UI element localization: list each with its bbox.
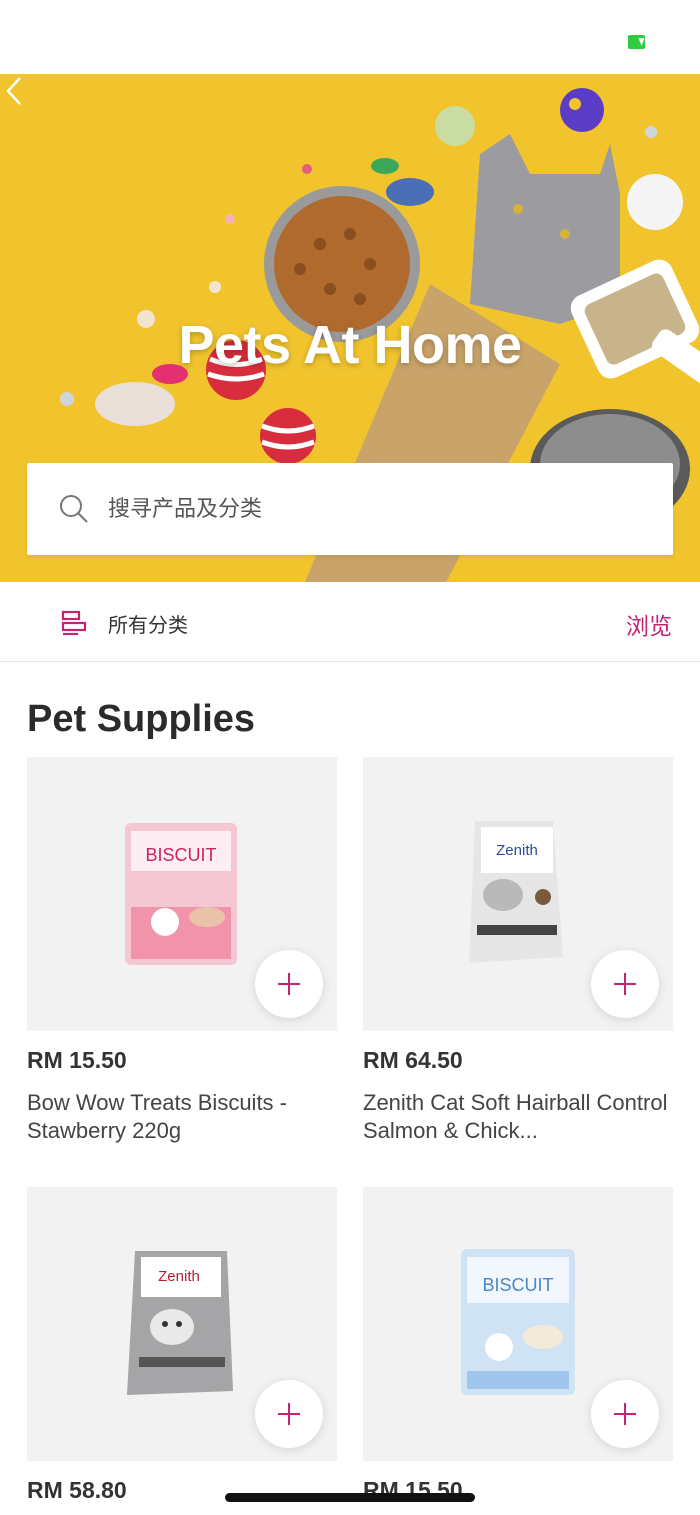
product-image-area[interactable]: BISCUIT — [27, 757, 337, 1031]
status-bar — [0, 0, 700, 74]
product-price: RM 58.80 — [27, 1477, 127, 1503]
add-to-cart-button[interactable] — [591, 950, 659, 1018]
svg-text:BISCUIT: BISCUIT — [145, 845, 216, 865]
svg-text:Zenith: Zenith — [158, 1268, 200, 1285]
add-to-cart-button[interactable] — [591, 1380, 659, 1448]
category-bar — [0, 582, 700, 662]
page: Pets At Home 所有分类 浏览 Pet Supplies BISCUI… — [0, 0, 700, 1515]
add-to-cart-button[interactable] — [255, 950, 323, 1018]
search-input[interactable] — [108, 490, 648, 528]
browse-link[interactable]: 浏览 — [626, 607, 672, 641]
all-categories-label[interactable]: 所有分类 — [108, 609, 188, 638]
section-title: Pet Supplies — [27, 698, 256, 740]
product-image-area[interactable]: Zenith — [27, 1187, 337, 1461]
hero-title: Pets At Home — [178, 315, 522, 375]
back-icon[interactable] — [0, 74, 30, 108]
svg-text:Zenith: Zenith — [496, 842, 538, 859]
home-indicator — [225, 1493, 475, 1502]
battery-icon — [628, 35, 645, 49]
search-icon — [60, 495, 88, 523]
svg-text:BISCUIT: BISCUIT — [482, 1275, 553, 1295]
product-price: RM 15.50 — [27, 1047, 127, 1073]
product-price: RM 64.50 — [363, 1047, 463, 1073]
product-image-area[interactable]: Zenith — [363, 757, 673, 1031]
category-list-icon — [61, 610, 87, 636]
add-to-cart-button[interactable] — [255, 1380, 323, 1448]
product-name[interactable]: Zenith Cat Soft Hairball Control Salmon … — [363, 1089, 673, 1145]
product-name[interactable]: Bow Wow Treats Biscuits - Stawberry 220g — [27, 1089, 337, 1145]
product-image-area[interactable]: BISCUIT — [363, 1187, 673, 1461]
